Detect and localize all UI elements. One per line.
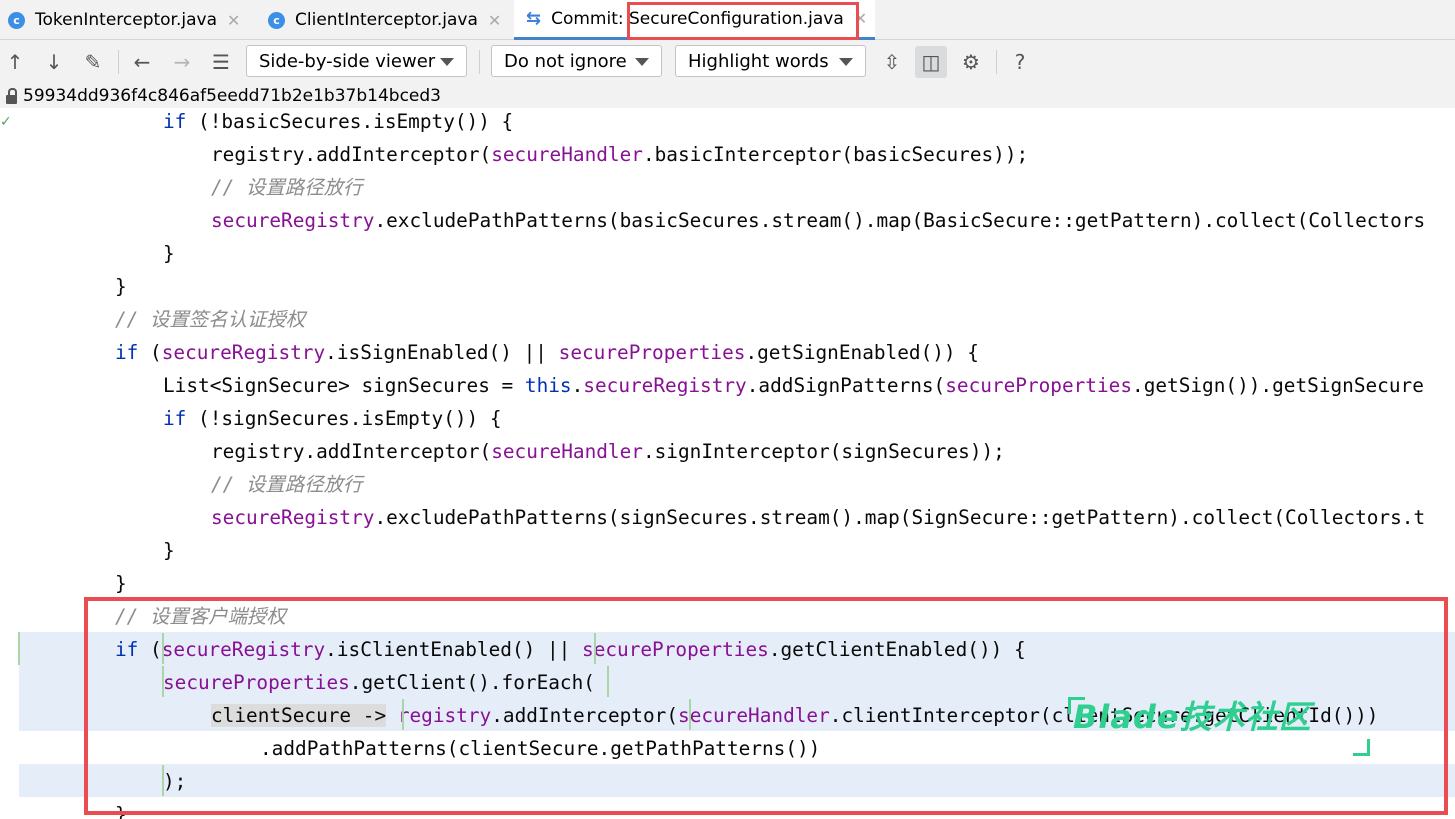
help-icon[interactable]: ? <box>1008 50 1032 74</box>
edit-source-icon[interactable]: ✎ <box>81 50 105 74</box>
tab-label-commit: Commit: <box>551 8 630 29</box>
lock-icon <box>6 87 17 104</box>
field: secureProperties <box>945 374 1133 397</box>
back-arrow-icon[interactable]: ← <box>130 50 154 74</box>
code-text: .getSignEnabled()) { <box>745 341 979 364</box>
keyword: this <box>524 374 572 397</box>
code-text: (!signSecures.isEmpty()) { <box>186 407 502 430</box>
highlight-label: Highlight words <box>688 50 829 72</box>
field: secureProperties <box>558 341 746 364</box>
keyword: if <box>163 407 187 430</box>
field: secureRegistry <box>211 209 375 232</box>
code-text: .isSignEnabled() || <box>325 341 559 364</box>
toolbar-separator <box>996 50 997 74</box>
tab-label: ClientInterceptor.java <box>295 10 478 30</box>
commit-hash-row: 59934dd936f4c846af5eedd71b2e1b37b14bced3 <box>0 84 1455 108</box>
gear-icon[interactable]: ⚙ <box>959 50 983 74</box>
field: secureRegistry <box>161 341 326 364</box>
tab-client-interceptor[interactable]: c ClientInterceptor.java ✕ <box>268 0 501 40</box>
diff-toolbar: ↑ ↓ ✎ ← → ☰ Side-by-side viewer Do not i… <box>0 40 1455 84</box>
class-icon: c <box>8 11 25 29</box>
change-marker <box>18 632 20 665</box>
commit-hash: 59934dd936f4c846af5eedd71b2e1b37b14bced3 <box>23 86 441 106</box>
field: secureHandler <box>491 440 643 463</box>
code-line: registry.addInterceptor(secureHandler.ba… <box>211 138 1028 171</box>
code-line: List<SignSecure> signSecures = this.secu… <box>163 369 1424 402</box>
close-icon[interactable]: ✕ <box>227 11 240 30</box>
editor-tab-bar: c TokenInterceptor.java ✕ c ClientInterc… <box>0 0 1455 40</box>
tab-label: TokenInterceptor.java <box>35 10 218 30</box>
code-brace: } <box>163 539 175 562</box>
code-text: registry.addInterceptor( <box>211 143 492 166</box>
toolbar-separator <box>479 50 480 74</box>
code-comment: // 设置签名认证授权 <box>115 308 306 331</box>
forward-arrow-icon[interactable]: → <box>170 50 194 74</box>
code-text: registry.addInterceptor( <box>211 440 492 463</box>
code-text: .basicInterceptor(basicSecures)); <box>642 143 1029 166</box>
code-line: if (secureRegistry.isSignEnabled() || se… <box>115 336 979 369</box>
code-text: .excludePathPatterns(basicSecures.stream… <box>374 209 1426 232</box>
sync-scroll-icon[interactable]: ◫ <box>915 46 947 78</box>
code-line: secureRegistry.excludePathPatterns(basic… <box>211 204 1425 237</box>
code-line: registry.addInterceptor(secureHandler.si… <box>211 435 1005 468</box>
code-text: List<SignSecure> signSecures = <box>163 374 525 397</box>
code-text: ( <box>138 341 162 364</box>
watermark: Blade技术社区 <box>1073 698 1312 736</box>
list-icon[interactable]: ☰ <box>209 50 233 74</box>
code-text: .signInterceptor(signSecures)); <box>642 440 1005 463</box>
field: secureRegistry <box>583 374 747 397</box>
code-comment: // 设置路径放行 <box>211 473 363 496</box>
code-editor[interactable]: ✓ if (!basicSecures.isEmpty()) { registr… <box>0 108 1455 819</box>
chevron-down-icon <box>440 58 454 66</box>
collapse-unchanged-icon[interactable]: ⇳ <box>880 50 904 74</box>
next-difference-icon[interactable]: ↓ <box>42 50 66 74</box>
class-icon: c <box>268 11 285 29</box>
code-text: . <box>571 374 584 397</box>
code-comment: // 设置路径放行 <box>211 176 363 199</box>
whitespace-dropdown[interactable]: Do not ignore <box>491 45 662 77</box>
whitespace-label: Do not ignore <box>504 50 627 72</box>
close-icon[interactable]: ✕ <box>488 11 501 30</box>
code-brace: } <box>163 242 175 265</box>
code-text: .addSignPatterns( <box>746 374 946 397</box>
checkmark-icon: ✓ <box>0 114 12 130</box>
code-brace: } <box>115 572 127 595</box>
viewer-mode-label: Side-by-side viewer <box>259 50 436 72</box>
diff-arrows-icon: ⇆ <box>526 8 542 29</box>
keyword: if <box>115 341 139 364</box>
tab-token-interceptor[interactable]: c TokenInterceptor.java ✕ <box>8 0 240 40</box>
toolbar-separator <box>118 50 119 74</box>
annotation-box-title <box>627 2 859 40</box>
highlight-dropdown[interactable]: Highlight words <box>675 45 866 77</box>
code-line: if (!basicSecures.isEmpty()) { <box>163 108 513 138</box>
field: secureRegistry <box>211 506 375 529</box>
chevron-down-icon <box>635 58 649 66</box>
viewer-mode-dropdown[interactable]: Side-by-side viewer <box>246 45 467 77</box>
code-line: if (!signSecures.isEmpty()) { <box>163 402 502 435</box>
chevron-down-icon <box>839 58 853 66</box>
code-text: .getSign()).getSignSecure <box>1132 374 1424 397</box>
keyword: if <box>163 110 187 133</box>
code-text: (!basicSecures.isEmpty()) { <box>186 110 514 133</box>
field: secureHandler <box>491 143 643 166</box>
code-text: .excludePathPatterns(signSecures.stream(… <box>374 506 1426 529</box>
watermark-bracket <box>1353 739 1370 756</box>
code-brace: } <box>115 275 127 298</box>
previous-difference-icon[interactable]: ↑ <box>3 50 27 74</box>
code-line: secureRegistry.excludePathPatterns(signS… <box>211 501 1425 534</box>
